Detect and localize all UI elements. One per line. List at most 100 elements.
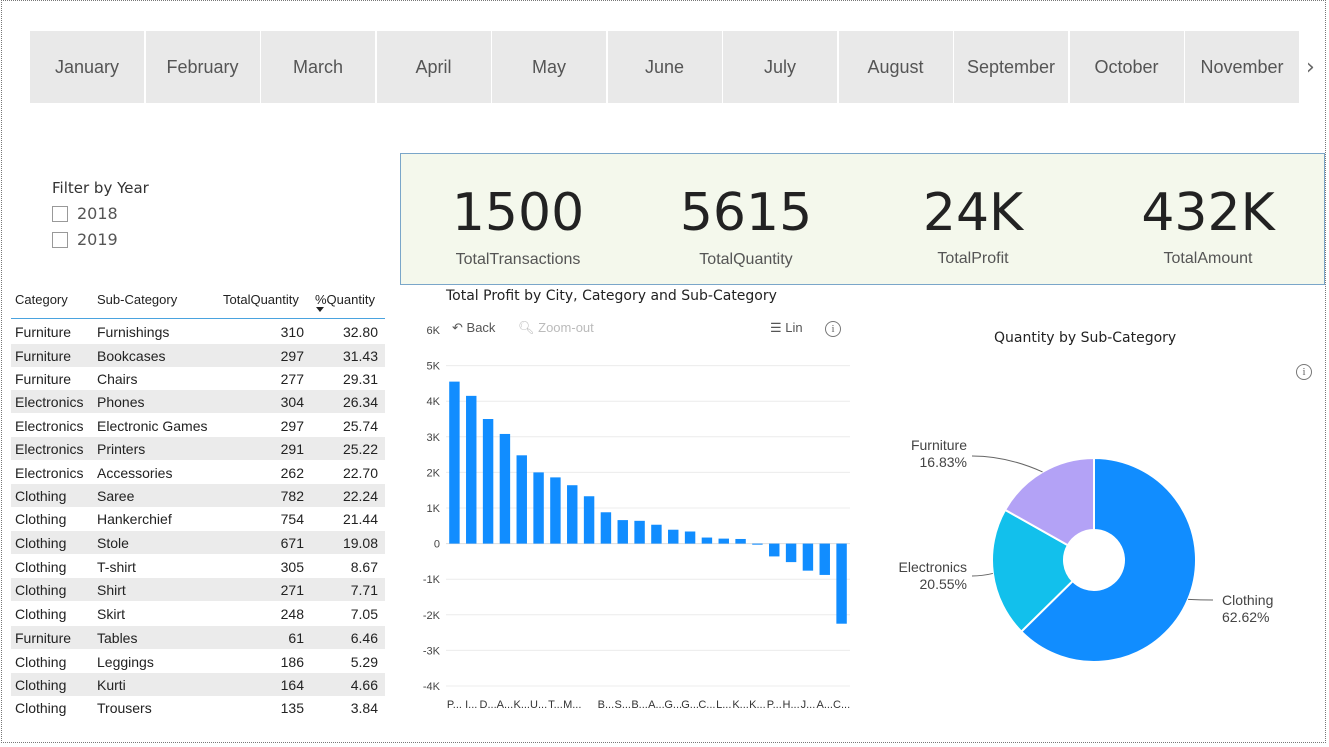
y-tick-label: 4K [427, 396, 441, 408]
kpi-total-transactions-label: TotalTransactions [455, 251, 581, 268]
table-header-divider [11, 318, 385, 319]
cell-pct-quantity: 4.66 [350, 677, 378, 693]
month-september[interactable]: September [954, 31, 1068, 103]
cell-pct-quantity: 22.70 [342, 465, 378, 481]
cell-total-quantity: 186 [280, 654, 304, 670]
cell-category: Clothing [15, 535, 67, 551]
bar[interactable] [752, 543, 763, 545]
bar[interactable] [600, 512, 612, 544]
bar[interactable] [617, 520, 628, 544]
bar[interactable] [769, 543, 780, 557]
cell-total-quantity: 305 [280, 559, 304, 575]
bar[interactable] [533, 472, 544, 544]
table-row[interactable]: Clothing Skirt 248 7.05 [11, 602, 385, 625]
table-row[interactable]: Clothing Trousers 135 3.84 [11, 696, 385, 719]
year-option-label: 2018 [77, 204, 118, 223]
month-march[interactable]: March [261, 31, 375, 103]
kpi-total-profit-label: TotalProfit [937, 250, 1009, 267]
table-row[interactable]: Electronics Accessories 262 22.70 [11, 461, 385, 484]
table-row[interactable]: Clothing Kurti 164 4.66 [11, 673, 385, 696]
y-tick-label: -1K [423, 574, 441, 586]
column-header-pct-quantity[interactable]: %Quantity [315, 292, 375, 307]
bar[interactable] [516, 455, 527, 544]
bar[interactable] [651, 524, 662, 544]
bar[interactable] [583, 496, 595, 544]
table-row[interactable]: Clothing Shirt 271 7.71 [11, 578, 385, 601]
donut-slice-percent: 20.55% [920, 576, 967, 592]
cell-total-quantity: 310 [280, 324, 304, 340]
checkbox-icon[interactable] [52, 205, 68, 222]
table-row[interactable]: Furniture Chairs 277 29.31 [11, 367, 385, 390]
year-option-2019[interactable]: 2019 [52, 230, 118, 249]
cell-category: Clothing [15, 700, 67, 716]
cell-category: Electronics [15, 394, 84, 410]
bar[interactable] [449, 381, 460, 544]
sort-descending-icon [316, 307, 324, 312]
table-row[interactable]: Electronics Phones 304 26.34 [11, 390, 385, 413]
column-header-total-quantity[interactable]: TotalQuantity [223, 292, 299, 307]
bar[interactable] [802, 543, 814, 571]
column-header-category[interactable]: Category [15, 292, 68, 307]
bar[interactable] [499, 433, 511, 544]
bar[interactable] [466, 395, 477, 544]
checkbox-icon[interactable] [52, 231, 68, 248]
bar[interactable] [482, 419, 494, 544]
month-january[interactable]: January [30, 31, 144, 103]
info-icon[interactable]: i [1296, 364, 1312, 380]
x-tick-label: P... [767, 699, 782, 711]
table-row[interactable]: Furniture Furnishings 310 32.80 [11, 320, 385, 343]
month-april[interactable]: April [376, 31, 491, 103]
month-may[interactable]: May [492, 31, 606, 103]
cell-category: Electronics [15, 465, 84, 481]
donut-slice-percent: 62.62% [1222, 609, 1269, 625]
x-tick-label: A... [497, 699, 514, 711]
month-august[interactable]: August [838, 31, 953, 103]
cell-pct-quantity: 5.29 [350, 654, 378, 670]
table-row[interactable]: Clothing Leggings 186 5.29 [11, 650, 385, 673]
y-tick-label: -2K [423, 610, 441, 622]
bar[interactable] [550, 477, 561, 544]
cell-category: Clothing [15, 582, 67, 598]
month-november[interactable]: November [1185, 31, 1299, 103]
table-row[interactable]: Clothing Hankerchief 754 21.44 [11, 507, 385, 530]
kpi-total-transactions-value: 1500 [451, 183, 585, 243]
bar[interactable] [567, 485, 578, 544]
table-row[interactable]: Electronics Electronic Games 297 25.74 [11, 414, 385, 437]
leader-line [971, 455, 1043, 473]
cell-category: Furniture [15, 630, 72, 646]
cell-pct-quantity: 21.44 [342, 511, 378, 527]
month-june[interactable]: June [607, 31, 722, 103]
kpi-total-profit-value: 24K [922, 183, 1024, 243]
cell-pct-quantity: 22.24 [342, 488, 378, 504]
table-row[interactable]: Furniture Bookcases 297 31.43 [11, 344, 385, 367]
y-tick-label: -3K [423, 645, 441, 657]
bar[interactable] [836, 543, 847, 624]
bar[interactable] [735, 538, 746, 544]
bar[interactable] [634, 520, 645, 544]
cell-total-quantity: 754 [280, 511, 304, 527]
bar[interactable] [785, 543, 797, 563]
bar[interactable] [819, 543, 830, 575]
cell-sub-category: T-shirt [97, 559, 136, 575]
bar[interactable] [684, 531, 696, 544]
table-row[interactable]: Clothing Saree 782 22.24 [11, 484, 385, 507]
cell-total-quantity: 297 [280, 418, 304, 434]
month-july[interactable]: July [723, 31, 837, 103]
year-filter-title: Filter by Year [52, 179, 149, 197]
bar[interactable] [701, 537, 713, 544]
month-october[interactable]: October [1069, 31, 1184, 103]
table-row[interactable]: Clothing Stole 671 19.08 [11, 531, 385, 554]
bar[interactable] [718, 538, 729, 544]
bar[interactable] [668, 529, 679, 544]
cell-category: Electronics [15, 441, 84, 457]
column-header-sub-category[interactable]: Sub-Category [97, 292, 177, 307]
table-row[interactable]: Furniture Tables 61 6.46 [11, 626, 385, 649]
x-tick-label: C... [833, 699, 850, 711]
chevron-right-icon[interactable]: › [1306, 55, 1315, 80]
cell-total-quantity: 671 [280, 535, 304, 551]
year-option-2018[interactable]: 2018 [52, 204, 118, 223]
table-row[interactable]: Electronics Printers 291 25.22 [11, 437, 385, 460]
table-row[interactable]: Clothing T-shirt 305 8.67 [11, 555, 385, 578]
month-february[interactable]: February [145, 31, 260, 103]
x-tick-label: S... [614, 699, 631, 711]
